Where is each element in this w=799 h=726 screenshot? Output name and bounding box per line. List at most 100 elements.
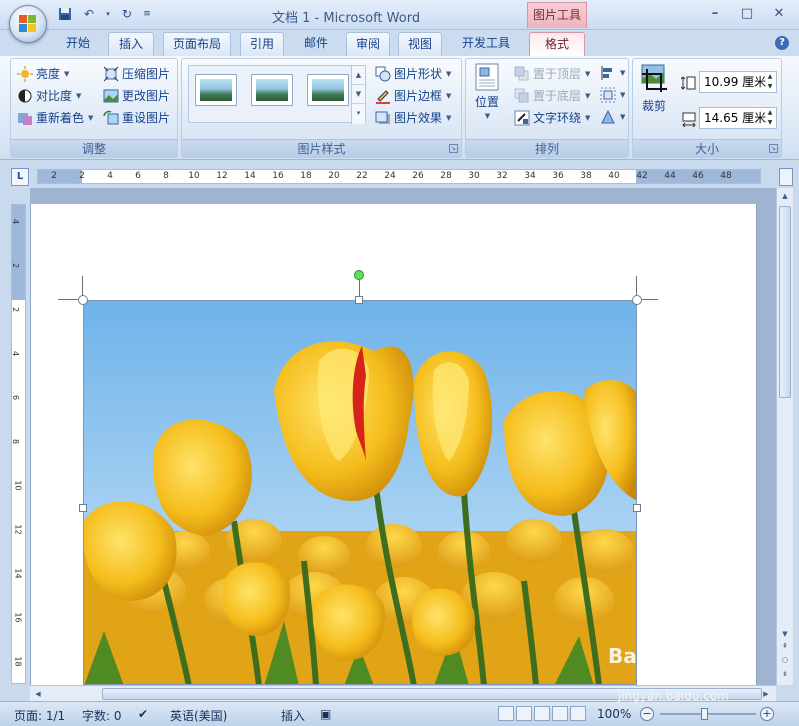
gallery-down-icon[interactable]: ▼	[352, 85, 365, 104]
ruler-tick-label: 10	[188, 171, 200, 181]
compress-pictures-button[interactable]: 压缩图片	[103, 65, 170, 82]
text-wrapping-button[interactable]: 文字环绕 ▼	[514, 109, 590, 126]
redo-icon[interactable]: ↻	[118, 6, 136, 22]
change-picture-button[interactable]: 更改图片	[103, 87, 170, 104]
send-to-back-button[interactable]: 置于底层 ▼	[514, 87, 590, 104]
chevron-down-icon: ▼	[446, 69, 452, 78]
next-page-icon[interactable]: ⇟	[779, 668, 791, 680]
resize-handle-n[interactable]	[355, 296, 363, 304]
draft-view-icon[interactable]	[570, 706, 586, 721]
zoom-level[interactable]: 100%	[597, 707, 631, 721]
height-field[interactable]: 10.99 厘米 ▲ ▼	[699, 71, 777, 93]
dialog-launcher-icon[interactable]: ↘	[769, 144, 778, 153]
recolor-icon	[17, 110, 33, 126]
web-layout-view-icon[interactable]	[534, 706, 550, 721]
tab-developer[interactable]: 开发工具	[452, 32, 520, 56]
customize-qat-icon[interactable]: ≡	[142, 6, 152, 22]
zoom-slider[interactable]	[660, 713, 756, 715]
tab-review[interactable]: 审阅	[346, 32, 390, 56]
office-button[interactable]	[9, 5, 47, 43]
view-ruler-icon[interactable]	[779, 168, 793, 186]
previous-page-icon[interactable]: ⇞	[779, 640, 791, 652]
save-icon[interactable]	[56, 6, 74, 22]
scroll-right-icon[interactable]: ▶	[760, 688, 772, 700]
ruler-tick-label: 34	[524, 171, 536, 181]
zoom-out-icon[interactable]: −	[640, 707, 654, 721]
picture-style-thumb-3[interactable]	[307, 74, 349, 106]
minimize-button[interactable]: –	[701, 4, 729, 22]
vertical-scrollbar[interactable]: ▲ ▼ ⇞ ○ ⇟	[776, 188, 793, 685]
resize-handle-w[interactable]	[79, 504, 87, 512]
outline-view-icon[interactable]	[552, 706, 568, 721]
window-controls: – □ ✕	[701, 4, 793, 22]
tab-insert[interactable]: 插入	[108, 32, 154, 56]
scroll-down-icon[interactable]: ▼	[779, 628, 791, 640]
picture-style-thumb-1[interactable]	[195, 74, 237, 106]
resize-handle-ne[interactable]	[632, 295, 642, 305]
tab-home[interactable]: 开始	[58, 32, 98, 56]
word-count[interactable]: 字数: 0	[82, 707, 122, 724]
insert-mode-indicator[interactable]: 插入	[281, 707, 305, 724]
ruler-tick-label: 18	[300, 171, 312, 181]
maximize-button[interactable]: □	[733, 4, 761, 22]
rotate-button[interactable]: ▼	[600, 109, 625, 125]
chevron-down-icon: ▼	[585, 91, 591, 100]
chevron-down-icon: ▼	[620, 113, 626, 121]
arrange-group-label: 排列	[466, 139, 628, 157]
page-count[interactable]: 页面: 1/1	[14, 707, 65, 724]
tab-references[interactable]: 引用	[240, 32, 284, 56]
pen-icon	[375, 88, 391, 104]
gallery-more-icon[interactable]: ▾	[352, 104, 365, 123]
chevron-down-icon: ▼	[446, 91, 452, 100]
width-field[interactable]: 14.65 厘米 ▲ ▼	[699, 107, 777, 129]
proofing-icon[interactable]: ✔	[138, 707, 148, 721]
tab-mailings[interactable]: 邮件	[294, 32, 338, 56]
print-layout-view-icon[interactable]	[498, 706, 514, 721]
resize-handle-e[interactable]	[633, 504, 641, 512]
language-indicator[interactable]: 英语(美国)	[170, 707, 227, 724]
align-button[interactable]: ▼	[600, 65, 625, 81]
full-screen-reading-view-icon[interactable]	[516, 706, 532, 721]
tab-format[interactable]: 格式	[529, 32, 585, 56]
tulip-picture[interactable]	[83, 300, 637, 685]
zoom-in-icon[interactable]: +	[760, 707, 774, 721]
bring-to-front-button[interactable]: 置于顶层 ▼	[514, 65, 590, 82]
macro-record-icon[interactable]: ▣	[320, 707, 331, 721]
zoom-slider-knob[interactable]	[701, 708, 708, 720]
vertical-ruler[interactable]: 4 2 2 4 6 8 10 12 14 16 18	[11, 204, 26, 684]
reset-picture-button[interactable]: 重设图片	[103, 109, 170, 126]
height-spinner-icon[interactable]: ▲ ▼	[764, 72, 776, 92]
crop-button[interactable]: 裁剪	[639, 63, 669, 114]
dialog-launcher-icon[interactable]: ↘	[449, 144, 458, 153]
help-icon[interactable]: ?	[775, 36, 789, 50]
undo-icon[interactable]: ↶	[80, 6, 98, 22]
picture-effects-button[interactable]: 图片效果 ▼	[375, 109, 451, 126]
horizontal-ruler[interactable]: 2 2 4 6 8 10 12 14 16 18 20 22 24 26 28 30 32 34 36 38 40 42 4…	[37, 169, 761, 184]
resize-handle-nw[interactable]	[78, 295, 88, 305]
ruler-tick-label: 32	[496, 171, 508, 181]
picture-shape-button[interactable]: 图片形状 ▼	[375, 65, 451, 82]
width-spinner-icon[interactable]: ▲ ▼	[764, 108, 776, 128]
brightness-button[interactable]: 亮度 ▼	[17, 65, 69, 82]
vertical-ruler-tick-label: 14	[13, 568, 23, 579]
tab-selector[interactable]: L	[11, 168, 29, 186]
tab-page-layout[interactable]: 页面布局	[163, 32, 231, 56]
contrast-button[interactable]: 对比度 ▼	[17, 87, 81, 104]
ruler-tick-label: 42	[636, 171, 648, 181]
position-button[interactable]: 位置 ▼	[474, 63, 500, 120]
close-button[interactable]: ✕	[765, 4, 793, 22]
scroll-left-icon[interactable]: ◀	[32, 688, 44, 700]
select-browse-object-icon[interactable]: ○	[779, 654, 791, 666]
picture-style-thumb-2[interactable]	[251, 74, 293, 106]
group-objects-button[interactable]: ▼	[600, 87, 625, 103]
crop-label: 裁剪	[641, 99, 666, 113]
vertical-scroll-thumb[interactable]	[779, 206, 791, 398]
gallery-up-icon[interactable]: ▲	[352, 66, 365, 85]
recolor-button[interactable]: 重新着色 ▼	[17, 109, 93, 126]
picture-border-button[interactable]: 图片边框 ▼	[375, 87, 451, 104]
tab-view[interactable]: 视图	[398, 32, 442, 56]
scroll-up-icon[interactable]: ▲	[779, 190, 791, 202]
sun-icon	[17, 65, 33, 82]
undo-dropdown-icon[interactable]: ▾	[104, 6, 112, 22]
rotate-handle[interactable]	[354, 270, 364, 280]
